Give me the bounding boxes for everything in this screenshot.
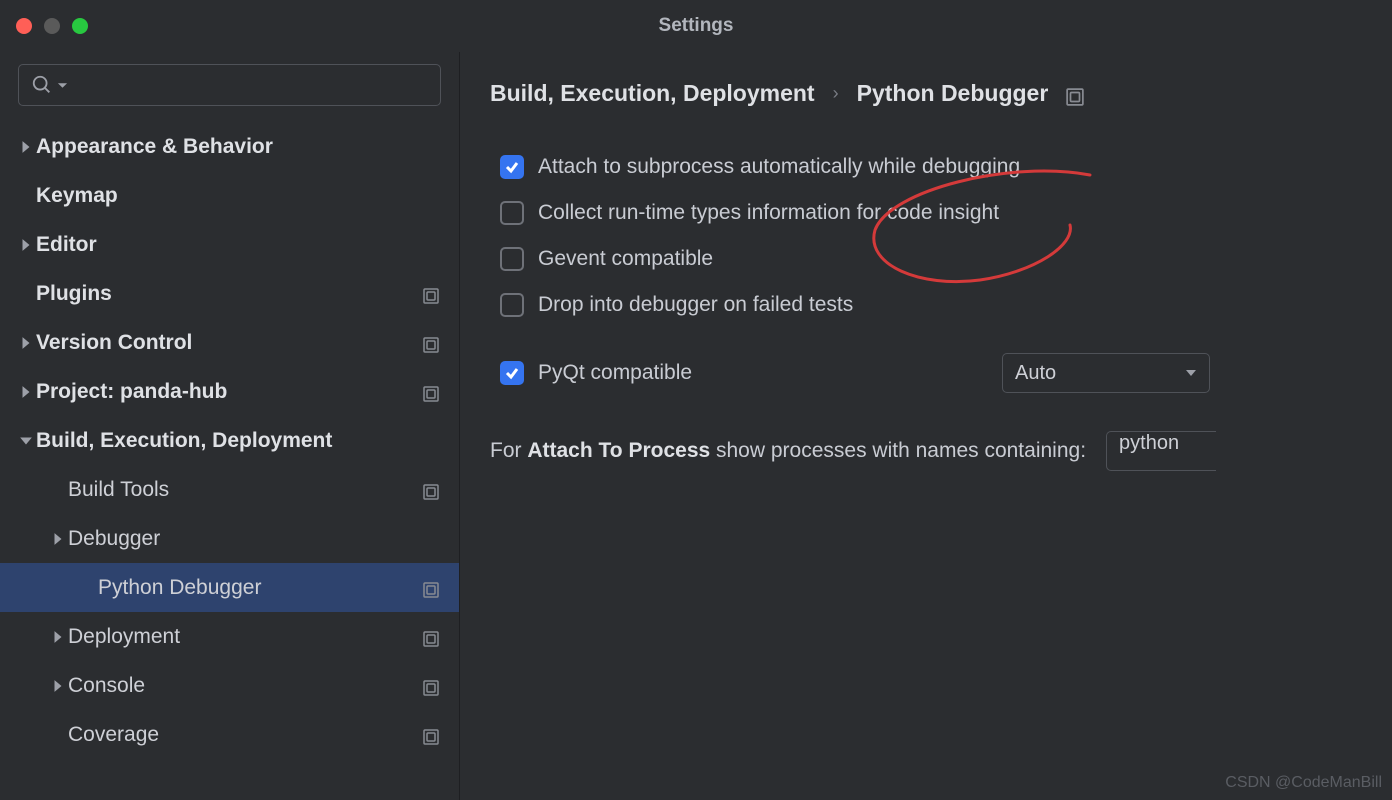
- sidebar-item-label: Debugger: [68, 527, 439, 551]
- scope-icon: [423, 335, 439, 351]
- sidebar-item-debugger[interactable]: Debugger: [0, 514, 459, 563]
- sidebar-item-label: Project: panda-hub: [36, 380, 423, 404]
- drop-debugger-label: Drop into debugger on failed tests: [538, 293, 853, 317]
- sidebar-item-label: Coverage: [68, 723, 423, 747]
- scope-icon: [423, 286, 439, 302]
- hand-drawn-circle-annotation: [860, 170, 1100, 300]
- scope-icon: [423, 384, 439, 400]
- sidebar-item-deployment[interactable]: Deployment: [0, 612, 459, 661]
- chevron-icon: [16, 336, 36, 350]
- sidebar-item-label: Plugins: [36, 282, 423, 306]
- settings-content: Build, Execution, Deployment › Python De…: [460, 52, 1392, 800]
- chevron-down-icon: [1185, 367, 1197, 379]
- search-input[interactable]: [72, 75, 428, 96]
- sidebar-item-coverage[interactable]: Coverage: [0, 710, 459, 759]
- pyqt-label: PyQt compatible: [538, 361, 988, 385]
- gevent-checkbox[interactable]: [500, 247, 524, 271]
- settings-search[interactable]: [18, 64, 441, 106]
- scope-icon: [423, 727, 439, 743]
- chevron-down-icon: [57, 80, 68, 91]
- sidebar-item-build-execution-deployment[interactable]: Build, Execution, Deployment: [0, 416, 459, 465]
- drop-debugger-row[interactable]: Drop into debugger on failed tests: [490, 293, 1392, 317]
- sidebar-item-build-tools[interactable]: Build Tools: [0, 465, 459, 514]
- search-icon: [31, 74, 53, 96]
- chevron-icon: [16, 434, 36, 448]
- gevent-row[interactable]: Gevent compatible: [490, 247, 1392, 271]
- close-window-button[interactable]: [16, 18, 32, 34]
- pyqt-checkbox[interactable]: [500, 361, 524, 385]
- breadcrumb-parent[interactable]: Build, Execution, Deployment: [490, 80, 815, 107]
- settings-sidebar: Appearance & Behavior Keymap Editor Plugins…: [0, 52, 460, 800]
- collect-runtime-checkbox[interactable]: [500, 201, 524, 225]
- collect-runtime-label: Collect run-time types information for c…: [538, 201, 999, 225]
- sidebar-item-editor[interactable]: Editor: [0, 220, 459, 269]
- watermark: CSDN @CodeManBill: [1225, 774, 1382, 792]
- minimize-window-button[interactable]: [44, 18, 60, 34]
- chevron-icon: [16, 238, 36, 252]
- window-controls: [16, 18, 88, 34]
- maximize-window-button[interactable]: [72, 18, 88, 34]
- sidebar-item-label: Build, Execution, Deployment: [36, 429, 439, 453]
- sidebar-item-console[interactable]: Console: [0, 661, 459, 710]
- pyqt-row: PyQt compatible Auto: [490, 353, 1392, 393]
- attach-process-input[interactable]: python: [1106, 431, 1216, 471]
- scope-icon: [423, 482, 439, 498]
- sidebar-item-label: Appearance & Behavior: [36, 135, 439, 159]
- scope-icon: [1066, 85, 1084, 103]
- drop-debugger-checkbox[interactable]: [500, 293, 524, 317]
- chevron-icon: [16, 140, 36, 154]
- sidebar-item-plugins[interactable]: Plugins: [0, 269, 459, 318]
- sidebar-item-label: Build Tools: [68, 478, 423, 502]
- chevron-icon: [48, 532, 68, 546]
- attach-subprocess-checkbox[interactable]: [500, 155, 524, 179]
- chevron-icon: [16, 385, 36, 399]
- window-title: Settings: [659, 15, 734, 37]
- sidebar-item-label: Editor: [36, 233, 439, 257]
- chevron-icon: [48, 679, 68, 693]
- sidebar-item-label: Python Debugger: [98, 576, 423, 600]
- settings-tree: Appearance & Behavior Keymap Editor Plugins…: [0, 122, 459, 800]
- sidebar-item-label: Version Control: [36, 331, 423, 355]
- scope-icon: [423, 678, 439, 694]
- sidebar-item-version-control[interactable]: Version Control: [0, 318, 459, 367]
- sidebar-item-appearance-behavior[interactable]: Appearance & Behavior: [0, 122, 459, 171]
- titlebar: Settings: [0, 0, 1392, 52]
- breadcrumb: Build, Execution, Deployment › Python De…: [490, 80, 1392, 107]
- attach-subprocess-label: Attach to subprocess automatically while…: [538, 155, 1020, 179]
- collect-runtime-row[interactable]: Collect run-time types information for c…: [490, 201, 1392, 225]
- sidebar-item-label: Console: [68, 674, 423, 698]
- attach-process-text: For Attach To Process show processes wit…: [490, 439, 1086, 463]
- attach-process-row: For Attach To Process show processes wit…: [490, 431, 1392, 471]
- sidebar-item-label: Deployment: [68, 625, 423, 649]
- pyqt-select-value: Auto: [1015, 362, 1056, 385]
- sidebar-item-label: Keymap: [36, 184, 439, 208]
- scope-icon: [423, 580, 439, 596]
- chevron-icon: [48, 630, 68, 644]
- sidebar-item-keymap[interactable]: Keymap: [0, 171, 459, 220]
- scope-icon: [423, 629, 439, 645]
- breadcrumb-separator-icon: ›: [833, 83, 839, 104]
- pyqt-select[interactable]: Auto: [1002, 353, 1210, 393]
- sidebar-item-python-debugger[interactable]: Python Debugger: [0, 563, 459, 612]
- attach-subprocess-row[interactable]: Attach to subprocess automatically while…: [490, 155, 1392, 179]
- breadcrumb-current: Python Debugger: [857, 80, 1049, 107]
- sidebar-item-project-panda-hub[interactable]: Project: panda-hub: [0, 367, 459, 416]
- gevent-label: Gevent compatible: [538, 247, 713, 271]
